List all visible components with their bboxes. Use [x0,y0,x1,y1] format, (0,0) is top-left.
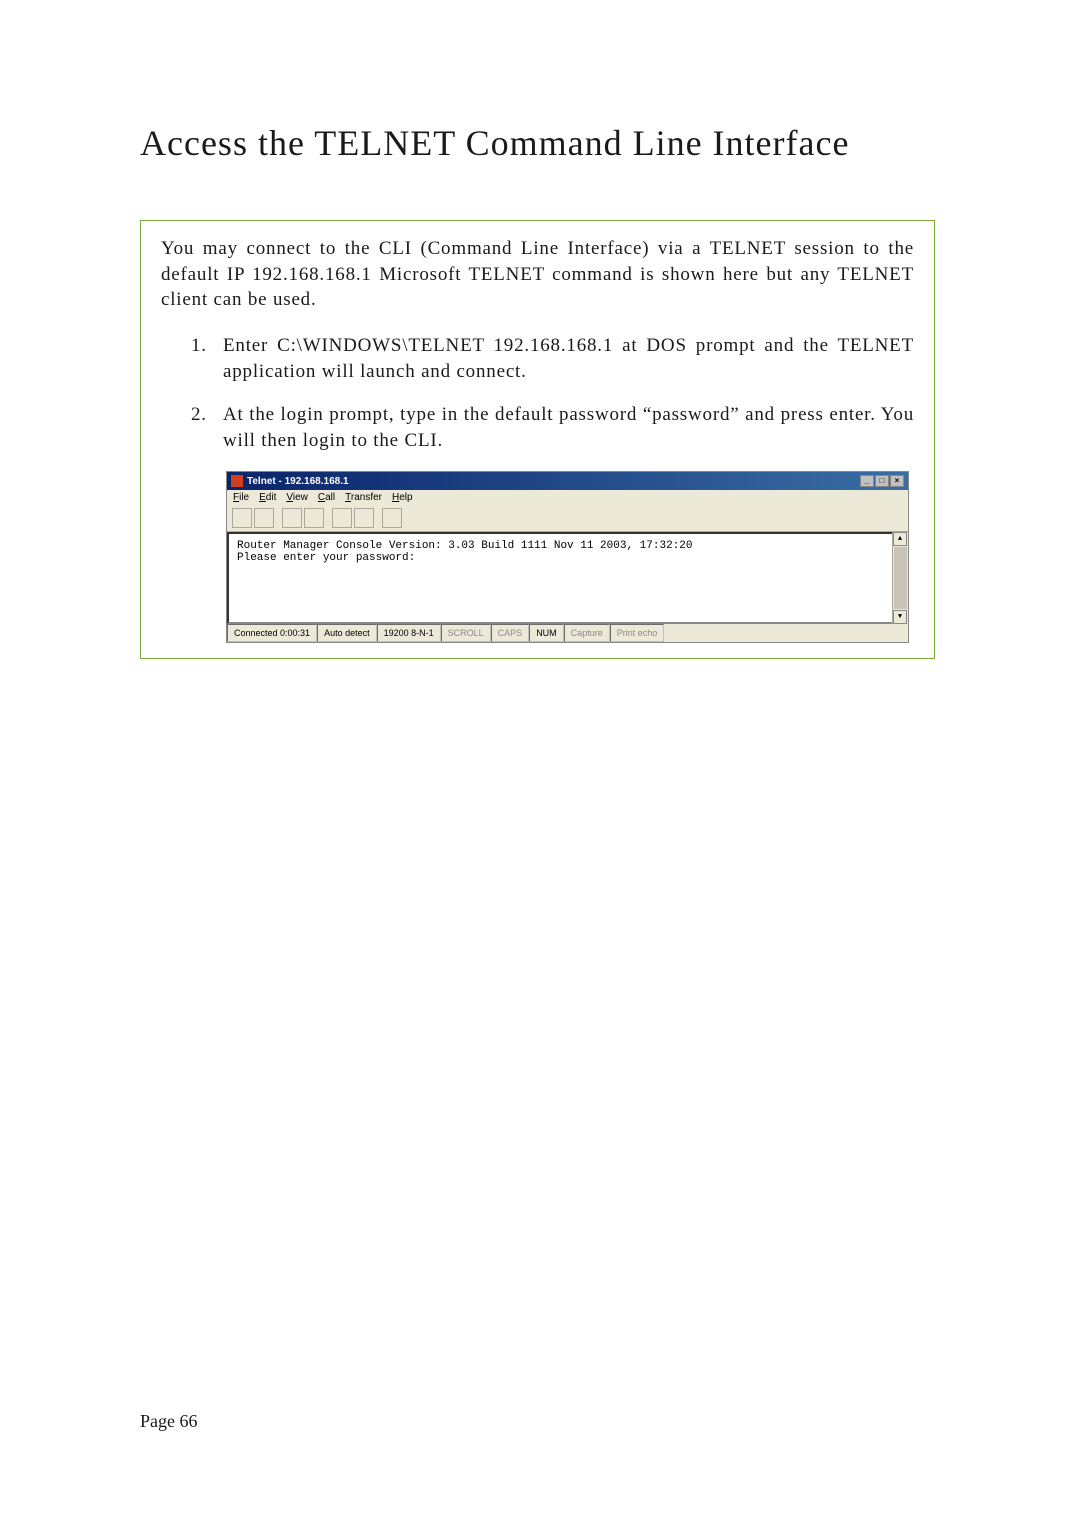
toolbar-call-icon[interactable] [282,508,302,528]
toolbar-receive-icon[interactable] [354,508,374,528]
terminal-line-2: Please enter your password: [237,552,898,564]
vertical-scrollbar[interactable]: ▲ ▼ [892,532,908,624]
status-connected: Connected 0:00:31 [227,624,317,642]
terminal-line-1: Router Manager Console Version: 3.03 Bui… [237,540,898,552]
step-text: Enter C:\WINDOWS\TELNET 192.168.168.1 at… [223,335,914,382]
status-detect: Auto detect [317,624,377,642]
status-bar: Connected 0:00:31 Auto detect 19200 8-N-… [227,624,908,642]
toolbar-separator [326,508,330,528]
maximize-icon[interactable]: □ [875,475,889,487]
toolbar [227,505,908,532]
intro-paragraph: You may connect to the CLI (Command Line… [161,236,914,313]
status-printecho: Print echo [610,624,665,642]
menu-call[interactable]: Call [318,492,335,503]
window-controls: _ □ × [860,475,904,487]
toolbar-separator [376,508,380,528]
toolbar-open-icon[interactable] [254,508,274,528]
status-scroll: SCROLL [441,624,491,642]
scroll-thumb[interactable] [894,547,907,609]
status-caps: CAPS [491,624,530,642]
status-config: 19200 8-N-1 [377,624,441,642]
steps-list: 1. Enter C:\WINDOWS\TELNET 192.168.168.1… [161,333,914,454]
page-heading: Access the TELNET Command Line Interface [140,120,930,167]
menu-file[interactable]: File [233,492,249,503]
telnet-window: Telnet - 192.168.168.1 _ □ × File Edit V… [226,471,909,643]
status-num: NUM [529,624,564,642]
title-bar: Telnet - 192.168.168.1 _ □ × [227,472,908,490]
menu-view[interactable]: View [286,492,308,503]
menu-bar: File Edit View Call Transfer Help [227,490,908,505]
menu-transfer[interactable]: Transfer [345,492,382,503]
window-title: Telnet - 192.168.168.1 [247,476,349,487]
step-1: 1. Enter C:\WINDOWS\TELNET 192.168.168.1… [191,333,914,384]
app-icon [231,475,243,487]
menu-edit[interactable]: Edit [259,492,276,503]
status-capture: Capture [564,624,610,642]
toolbar-hangup-icon[interactable] [304,508,324,528]
step-2: 2. At the login prompt, type in the defa… [191,402,914,453]
step-text: At the login prompt, type in the default… [223,404,914,451]
resize-grip-icon[interactable] [664,624,680,642]
toolbar-properties-icon[interactable] [382,508,402,528]
list-number: 2. [191,402,207,428]
minimize-icon[interactable]: _ [860,475,874,487]
scroll-down-icon[interactable]: ▼ [893,610,907,624]
toolbar-separator [276,508,280,528]
terminal-area[interactable]: Router Manager Console Version: 3.03 Bui… [227,532,908,624]
close-icon[interactable]: × [890,475,904,487]
scroll-up-icon[interactable]: ▲ [893,532,907,546]
menu-help[interactable]: Help [392,492,413,503]
list-number: 1. [191,333,207,359]
toolbar-send-icon[interactable] [332,508,352,528]
toolbar-new-icon[interactable] [232,508,252,528]
content-box: You may connect to the CLI (Command Line… [140,220,935,659]
title-bar-left: Telnet - 192.168.168.1 [231,475,349,487]
page-number: Page 66 [140,1411,198,1432]
